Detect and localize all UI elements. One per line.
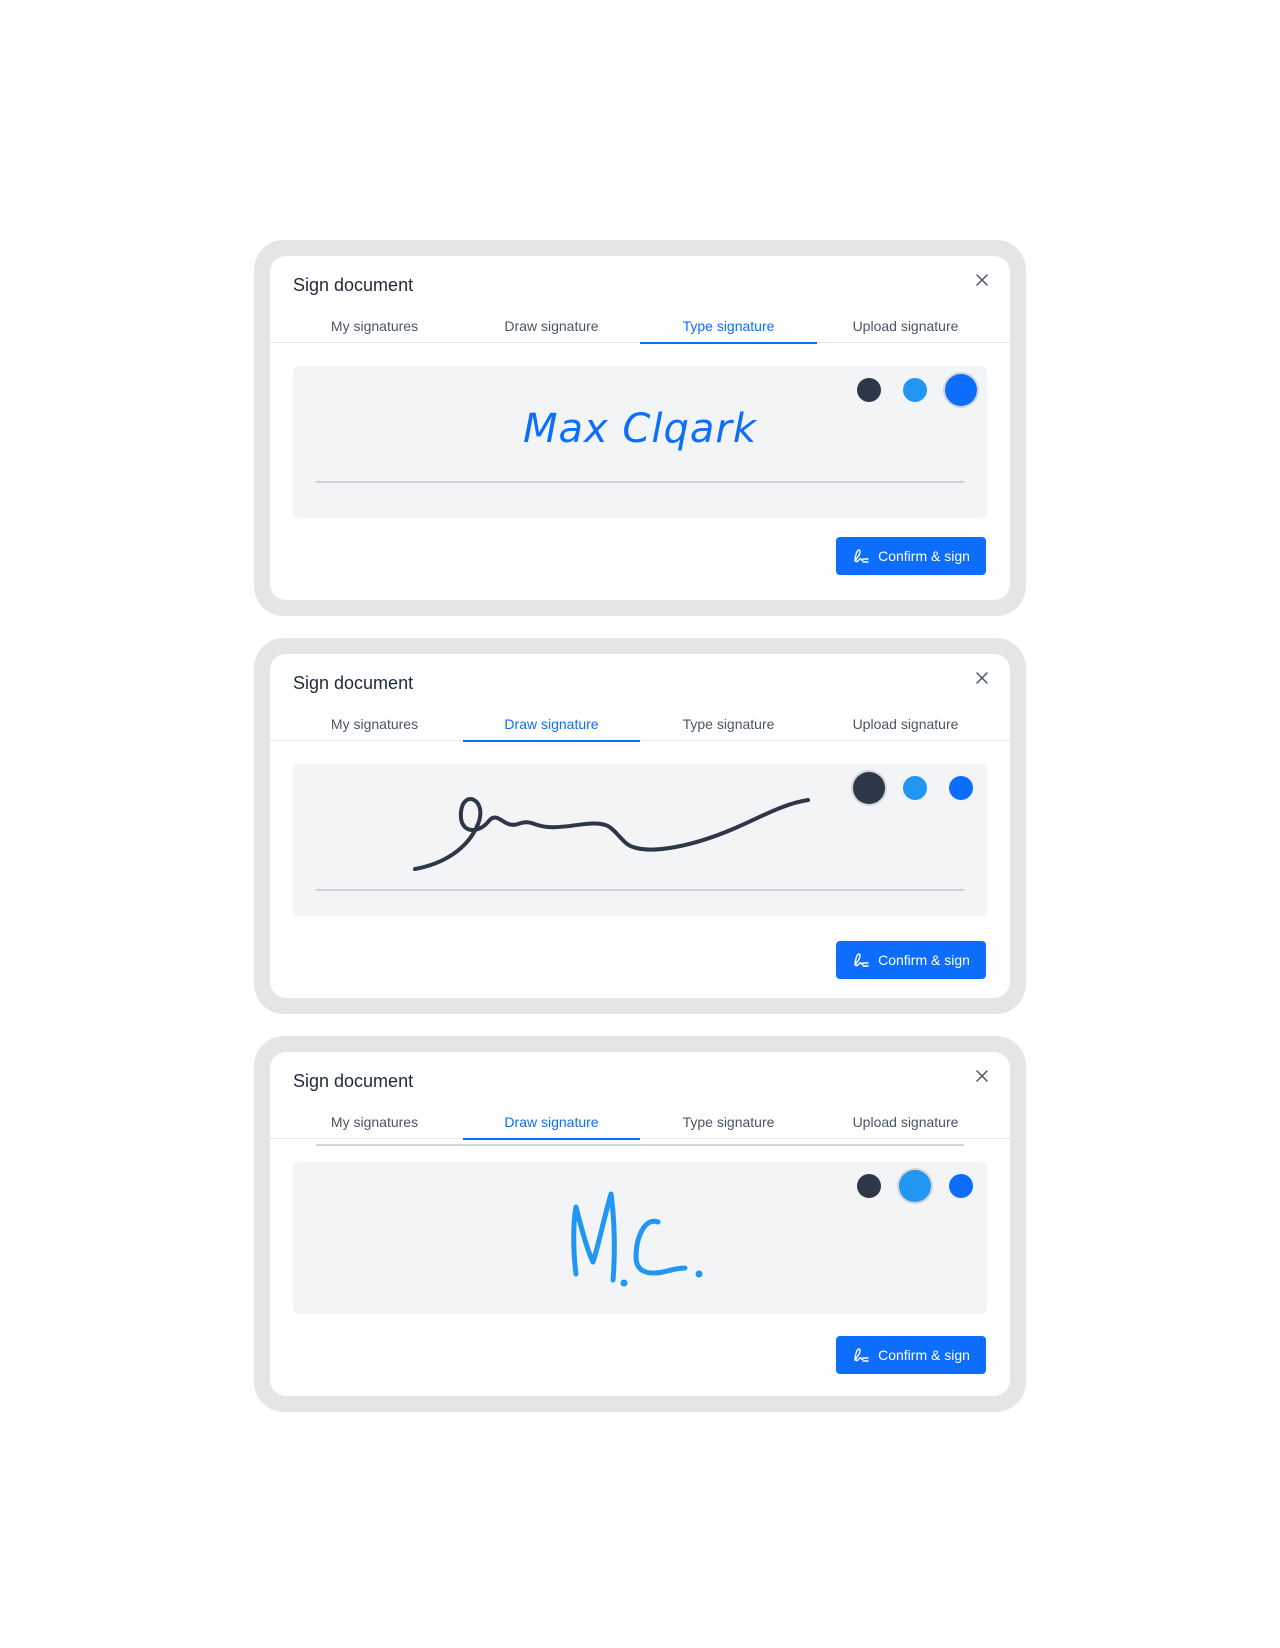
tab-draw-signature[interactable]: Draw signature [463,706,640,742]
signature-pad[interactable] [293,764,987,916]
typed-signature-text: Max Clqark [523,406,757,452]
signature-baseline [316,1144,964,1146]
tab-my-signatures[interactable]: My signatures [286,1104,463,1139]
color-swatch-dark[interactable] [851,1168,887,1204]
dialog-title: Sign document [293,673,414,693]
tab-type-signature[interactable]: Type signature [640,308,817,344]
color-swatch-blue[interactable] [943,1168,979,1204]
tab-draw-signature[interactable]: Draw signature [463,1104,640,1140]
tab-my-signatures[interactable]: My signatures [286,706,463,741]
color-swatches [851,770,979,806]
color-swatch-blue[interactable] [943,770,979,806]
sign-document-dialog: Sign document My signatures Draw signatu… [270,256,1010,600]
dialog-frame-draw-dark: Sign document My signatures Draw signatu… [254,638,1026,1014]
tab-type-signature[interactable]: Type signature [640,706,817,741]
tab-my-signatures[interactable]: My signatures [286,308,463,343]
confirm-sign-label: Confirm & sign [878,952,970,968]
confirm-sign-label: Confirm & sign [878,1347,970,1363]
signature-pad[interactable]: Max Clqark [293,366,987,518]
confirm-sign-label: Confirm & sign [878,548,970,564]
color-swatches [851,1168,979,1204]
tab-draw-signature[interactable]: Draw signature [463,308,640,343]
confirm-sign-button[interactable]: Confirm & sign [836,537,986,575]
color-swatch-dark[interactable] [851,372,887,408]
signature-icon [852,1346,870,1364]
tab-upload-signature[interactable]: Upload signature [817,706,994,741]
close-button[interactable] [970,666,994,690]
signature-icon [852,547,870,565]
close-button[interactable] [970,268,994,292]
dialog-title: Sign document [293,1071,414,1091]
tab-type-signature[interactable]: Type signature [640,1104,817,1139]
close-icon [976,672,988,684]
sign-document-dialog: Sign document My signatures Draw signatu… [270,1052,1010,1396]
color-swatch-blue[interactable] [943,372,979,408]
signature-tabs: My signatures Draw signature Type signat… [270,1104,1010,1140]
tab-upload-signature[interactable]: Upload signature [817,1104,994,1139]
signature-tabs: My signatures Draw signature Type signat… [270,308,1010,344]
signature-baseline [316,889,964,891]
confirm-sign-button[interactable]: Confirm & sign [836,1336,986,1374]
color-swatch-light-blue[interactable] [897,770,933,806]
close-button[interactable] [970,1064,994,1088]
close-icon [976,1070,988,1082]
dialog-frame-type: Sign document My signatures Draw signatu… [254,240,1026,616]
color-swatch-light-blue[interactable] [897,372,933,408]
sign-document-dialog: Sign document My signatures Draw signatu… [270,654,1010,998]
confirm-sign-button[interactable]: Confirm & sign [836,941,986,979]
color-swatches [851,372,979,408]
signature-tabs: My signatures Draw signature Type signat… [270,706,1010,742]
signature-baseline [316,481,964,483]
dialog-frame-draw-light-blue: Sign document My signatures Draw signatu… [254,1036,1026,1412]
signature-pad[interactable] [293,1162,987,1314]
color-swatch-dark[interactable] [851,770,887,806]
tab-upload-signature[interactable]: Upload signature [817,308,994,343]
dialog-title: Sign document [293,275,414,295]
signature-icon [852,951,870,969]
close-icon [976,274,988,286]
color-swatch-light-blue[interactable] [897,1168,933,1204]
